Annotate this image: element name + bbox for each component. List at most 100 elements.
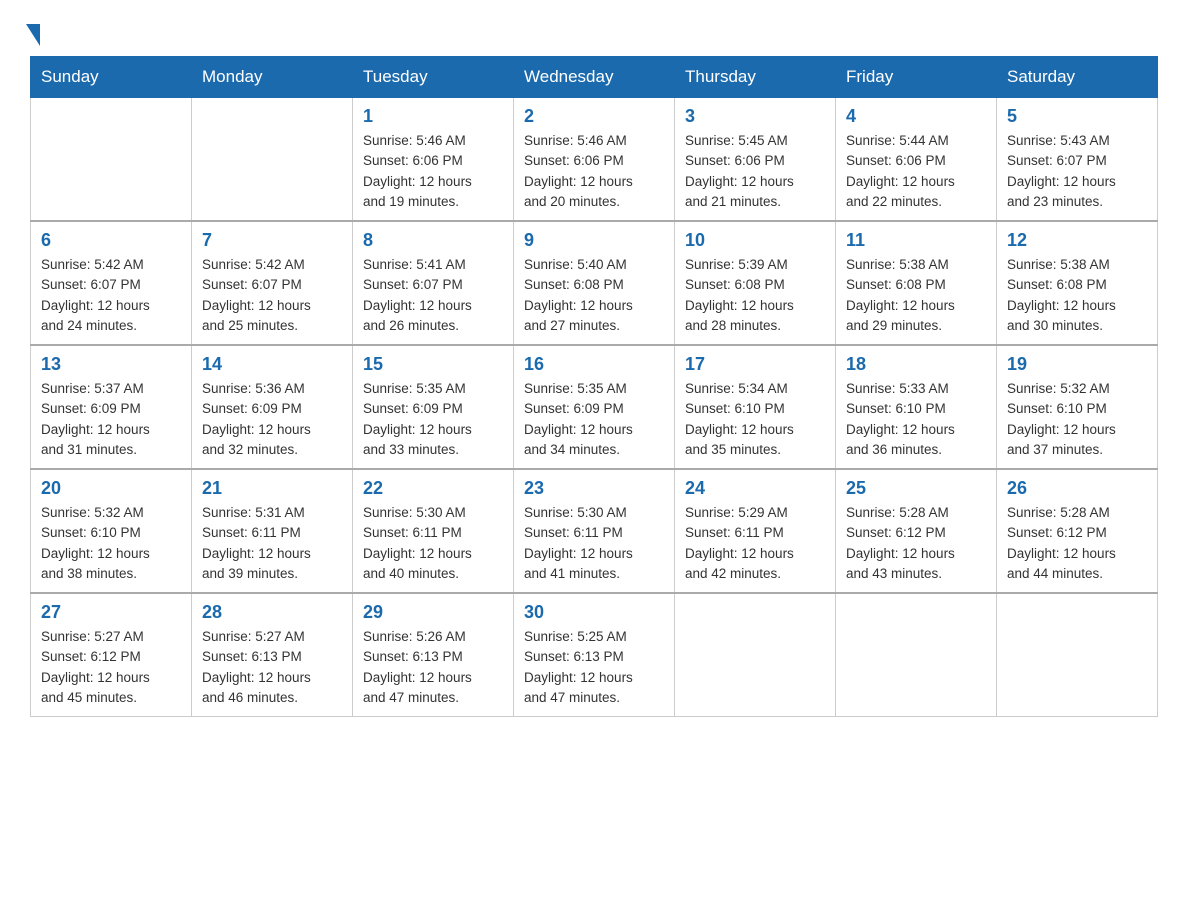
day-number: 25 bbox=[846, 478, 986, 499]
calendar-cell: 30 Sunrise: 5:25 AM Sunset: 6:13 PM Dayli… bbox=[514, 593, 675, 717]
day-of-week-header: Wednesday bbox=[514, 57, 675, 98]
calendar-body: 1 Sunrise: 5:46 AM Sunset: 6:06 PM Daylig… bbox=[31, 98, 1158, 717]
day-number: 6 bbox=[41, 230, 181, 251]
calendar-cell: 11 Sunrise: 5:38 AM Sunset: 6:08 PM Dayli… bbox=[836, 221, 997, 345]
day-info: Sunrise: 5:39 AM Sunset: 6:08 PM Dayligh… bbox=[685, 255, 825, 336]
day-info: Sunrise: 5:29 AM Sunset: 6:11 PM Dayligh… bbox=[685, 503, 825, 584]
day-info: Sunrise: 5:26 AM Sunset: 6:13 PM Dayligh… bbox=[363, 627, 503, 708]
day-of-week-header: Tuesday bbox=[353, 57, 514, 98]
day-info: Sunrise: 5:44 AM Sunset: 6:06 PM Dayligh… bbox=[846, 131, 986, 212]
calendar-week-row: 27 Sunrise: 5:27 AM Sunset: 6:12 PM Dayli… bbox=[31, 593, 1158, 717]
day-number: 10 bbox=[685, 230, 825, 251]
day-info: Sunrise: 5:46 AM Sunset: 6:06 PM Dayligh… bbox=[363, 131, 503, 212]
day-info: Sunrise: 5:45 AM Sunset: 6:06 PM Dayligh… bbox=[685, 131, 825, 212]
calendar-cell: 12 Sunrise: 5:38 AM Sunset: 6:08 PM Dayli… bbox=[997, 221, 1158, 345]
calendar-cell bbox=[997, 593, 1158, 717]
day-of-week-header: Sunday bbox=[31, 57, 192, 98]
calendar-cell: 29 Sunrise: 5:26 AM Sunset: 6:13 PM Dayli… bbox=[353, 593, 514, 717]
calendar-week-row: 13Sunrise: 5:37 AM Sunset: 6:09 PM Dayli… bbox=[31, 345, 1158, 469]
day-of-week-header: Thursday bbox=[675, 57, 836, 98]
day-info: Sunrise: 5:38 AM Sunset: 6:08 PM Dayligh… bbox=[846, 255, 986, 336]
logo-triangle-icon bbox=[26, 24, 40, 46]
day-number: 26 bbox=[1007, 478, 1147, 499]
logo bbox=[30, 20, 40, 46]
day-info: Sunrise: 5:33 AM Sunset: 6:10 PM Dayligh… bbox=[846, 379, 986, 460]
day-number: 3 bbox=[685, 106, 825, 127]
calendar-cell: 2 Sunrise: 5:46 AM Sunset: 6:06 PM Daylig… bbox=[514, 98, 675, 222]
calendar-cell: 16 Sunrise: 5:35 AM Sunset: 6:09 PM Dayli… bbox=[514, 345, 675, 469]
day-number: 4 bbox=[846, 106, 986, 127]
calendar-table: SundayMondayTuesdayWednesdayThursdayFrid… bbox=[30, 56, 1158, 717]
calendar-cell: 10 Sunrise: 5:39 AM Sunset: 6:08 PM Dayli… bbox=[675, 221, 836, 345]
calendar-cell bbox=[675, 593, 836, 717]
day-info: Sunrise: 5:30 AM Sunset: 6:11 PM Dayligh… bbox=[524, 503, 664, 584]
calendar-cell: 14 Sunrise: 5:36 AM Sunset: 6:09 PM Dayli… bbox=[192, 345, 353, 469]
day-number: 20 bbox=[41, 478, 181, 499]
calendar-cell bbox=[31, 98, 192, 222]
calendar-cell: 27 Sunrise: 5:27 AM Sunset: 6:12 PM Dayli… bbox=[31, 593, 192, 717]
day-number: 13 bbox=[41, 354, 181, 375]
calendar-cell: 15 Sunrise: 5:35 AM Sunset: 6:09 PM Dayli… bbox=[353, 345, 514, 469]
day-number: 2 bbox=[524, 106, 664, 127]
calendar-cell: 18Sunrise: 5:33 AM Sunset: 6:10 PM Dayli… bbox=[836, 345, 997, 469]
day-info: Sunrise: 5:36 AM Sunset: 6:09 PM Dayligh… bbox=[202, 379, 342, 460]
calendar-cell: 17Sunrise: 5:34 AM Sunset: 6:10 PM Dayli… bbox=[675, 345, 836, 469]
day-number: 17 bbox=[685, 354, 825, 375]
day-info: Sunrise: 5:35 AM Sunset: 6:09 PM Dayligh… bbox=[524, 379, 664, 460]
calendar-cell: 24 Sunrise: 5:29 AM Sunset: 6:11 PM Dayli… bbox=[675, 469, 836, 593]
calendar-cell: 8Sunrise: 5:41 AM Sunset: 6:07 PM Daylig… bbox=[353, 221, 514, 345]
day-number: 23 bbox=[524, 478, 664, 499]
calendar-cell: 4 Sunrise: 5:44 AM Sunset: 6:06 PM Daylig… bbox=[836, 98, 997, 222]
page-header bbox=[30, 20, 1158, 46]
day-info: Sunrise: 5:30 AM Sunset: 6:11 PM Dayligh… bbox=[363, 503, 503, 584]
day-info: Sunrise: 5:25 AM Sunset: 6:13 PM Dayligh… bbox=[524, 627, 664, 708]
day-info: Sunrise: 5:46 AM Sunset: 6:06 PM Dayligh… bbox=[524, 131, 664, 212]
day-info: Sunrise: 5:32 AM Sunset: 6:10 PM Dayligh… bbox=[41, 503, 181, 584]
day-info: Sunrise: 5:35 AM Sunset: 6:09 PM Dayligh… bbox=[363, 379, 503, 460]
calendar-cell: 6Sunrise: 5:42 AM Sunset: 6:07 PM Daylig… bbox=[31, 221, 192, 345]
calendar-week-row: 20 Sunrise: 5:32 AM Sunset: 6:10 PM Dayli… bbox=[31, 469, 1158, 593]
calendar-cell: 22 Sunrise: 5:30 AM Sunset: 6:11 PM Dayli… bbox=[353, 469, 514, 593]
calendar-cell: 5 Sunrise: 5:43 AM Sunset: 6:07 PM Daylig… bbox=[997, 98, 1158, 222]
day-number: 21 bbox=[202, 478, 342, 499]
day-info: Sunrise: 5:27 AM Sunset: 6:13 PM Dayligh… bbox=[202, 627, 342, 708]
day-info: Sunrise: 5:27 AM Sunset: 6:12 PM Dayligh… bbox=[41, 627, 181, 708]
calendar-cell: 26 Sunrise: 5:28 AM Sunset: 6:12 PM Dayli… bbox=[997, 469, 1158, 593]
day-number: 29 bbox=[363, 602, 503, 623]
day-number: 7 bbox=[202, 230, 342, 251]
calendar-cell: 20 Sunrise: 5:32 AM Sunset: 6:10 PM Dayli… bbox=[31, 469, 192, 593]
day-number: 28 bbox=[202, 602, 342, 623]
day-number: 15 bbox=[363, 354, 503, 375]
day-of-week-header: Saturday bbox=[997, 57, 1158, 98]
day-number: 19 bbox=[1007, 354, 1147, 375]
calendar-cell: 1 Sunrise: 5:46 AM Sunset: 6:06 PM Daylig… bbox=[353, 98, 514, 222]
calendar-cell: 21Sunrise: 5:31 AM Sunset: 6:11 PM Dayli… bbox=[192, 469, 353, 593]
day-number: 1 bbox=[363, 106, 503, 127]
day-number: 16 bbox=[524, 354, 664, 375]
calendar-cell: 9Sunrise: 5:40 AM Sunset: 6:08 PM Daylig… bbox=[514, 221, 675, 345]
day-number: 24 bbox=[685, 478, 825, 499]
day-info: Sunrise: 5:38 AM Sunset: 6:08 PM Dayligh… bbox=[1007, 255, 1147, 336]
day-number: 22 bbox=[363, 478, 503, 499]
calendar-cell: 25 Sunrise: 5:28 AM Sunset: 6:12 PM Dayli… bbox=[836, 469, 997, 593]
calendar-cell: 7 Sunrise: 5:42 AM Sunset: 6:07 PM Daylig… bbox=[192, 221, 353, 345]
day-number: 14 bbox=[202, 354, 342, 375]
calendar-cell: 3 Sunrise: 5:45 AM Sunset: 6:06 PM Daylig… bbox=[675, 98, 836, 222]
day-number: 11 bbox=[846, 230, 986, 251]
day-number: 12 bbox=[1007, 230, 1147, 251]
day-number: 27 bbox=[41, 602, 181, 623]
calendar-cell: 28 Sunrise: 5:27 AM Sunset: 6:13 PM Dayli… bbox=[192, 593, 353, 717]
day-info: Sunrise: 5:40 AM Sunset: 6:08 PM Dayligh… bbox=[524, 255, 664, 336]
day-info: Sunrise: 5:42 AM Sunset: 6:07 PM Dayligh… bbox=[202, 255, 342, 336]
day-info: Sunrise: 5:28 AM Sunset: 6:12 PM Dayligh… bbox=[1007, 503, 1147, 584]
calendar-header-row: SundayMondayTuesdayWednesdayThursdayFrid… bbox=[31, 57, 1158, 98]
day-number: 30 bbox=[524, 602, 664, 623]
calendar-cell bbox=[192, 98, 353, 222]
calendar-week-row: 1 Sunrise: 5:46 AM Sunset: 6:06 PM Daylig… bbox=[31, 98, 1158, 222]
day-info: Sunrise: 5:28 AM Sunset: 6:12 PM Dayligh… bbox=[846, 503, 986, 584]
day-of-week-header: Monday bbox=[192, 57, 353, 98]
calendar-cell: 23 Sunrise: 5:30 AM Sunset: 6:11 PM Dayli… bbox=[514, 469, 675, 593]
day-number: 5 bbox=[1007, 106, 1147, 127]
day-info: Sunrise: 5:43 AM Sunset: 6:07 PM Dayligh… bbox=[1007, 131, 1147, 212]
calendar-cell: 13Sunrise: 5:37 AM Sunset: 6:09 PM Dayli… bbox=[31, 345, 192, 469]
